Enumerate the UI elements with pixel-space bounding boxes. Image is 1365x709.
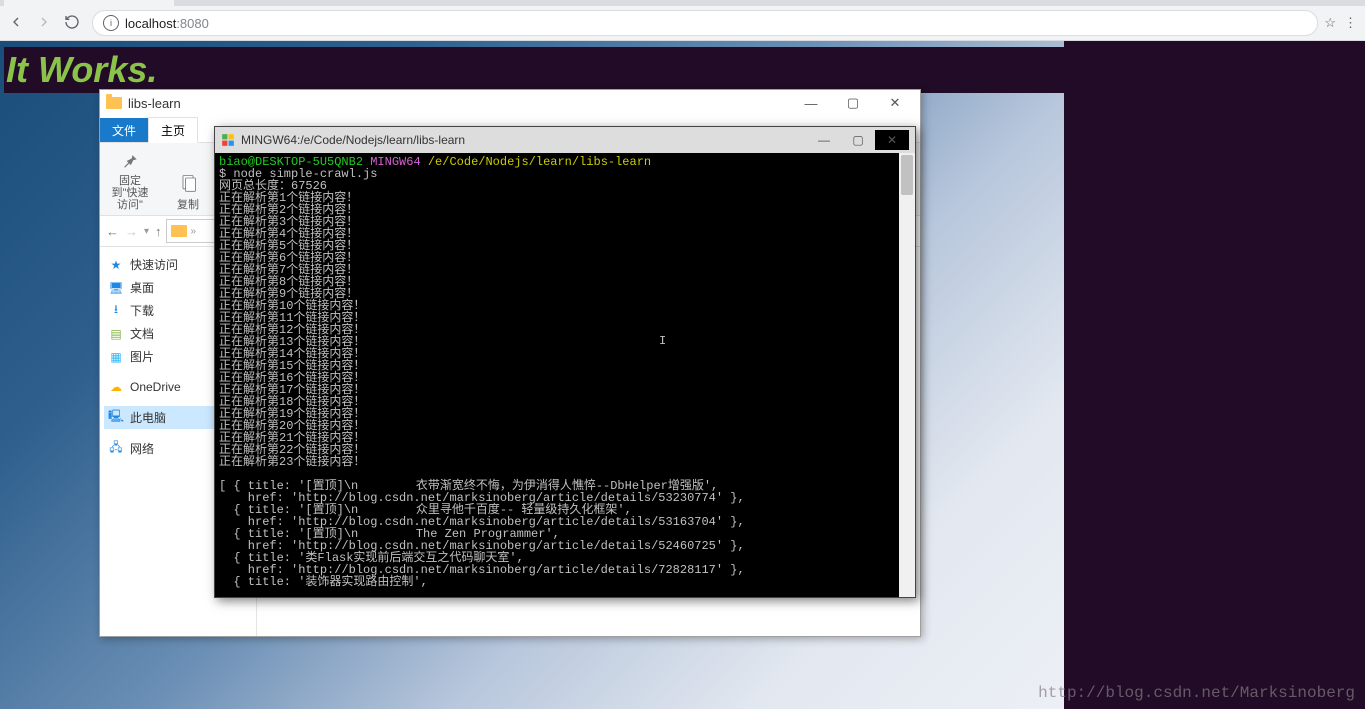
nav-recent-icon[interactable]: ▾ — [144, 226, 149, 237]
network-icon: 🖧 — [108, 441, 124, 457]
term-object-block: [ { title: '[置顶]\n 衣带渐宽终不悔，为伊消得人憔悴--DbHe… — [219, 479, 745, 589]
text-cursor-icon: I — [659, 335, 666, 347]
pic-icon: ▦ — [108, 349, 124, 365]
bookmark-icon[interactable]: ☆ — [1324, 15, 1336, 31]
explorer-title: libs-learn — [128, 96, 181, 111]
sidebar-item-label: 网络 — [130, 440, 154, 457]
page-dark-bg — [1064, 41, 1365, 709]
reload-icon[interactable] — [64, 14, 80, 33]
minimize-button[interactable]: — — [790, 92, 832, 114]
mingw-icon — [221, 133, 235, 147]
maximize-button[interactable]: ▢ — [841, 130, 875, 150]
sidebar-item-label: 桌面 — [130, 279, 154, 296]
ribbon-file[interactable]: 文件 — [100, 118, 148, 142]
sidebar-item-label: 图片 — [130, 348, 154, 365]
terminal-output[interactable]: biao@DESKTOP-5U5QNB2 MINGW64 /e/Code/Nod… — [215, 153, 915, 597]
star-icon: ★ — [108, 257, 124, 273]
nav-up-icon[interactable]: ↑ — [155, 224, 162, 239]
folder-icon — [106, 97, 122, 109]
page-body: It Works. http://blog.csdn.net/Marksinob… — [0, 41, 1365, 709]
download-icon: ⭳ — [108, 303, 124, 319]
pin-icon — [120, 151, 140, 171]
copy-button[interactable]: 复制 — [166, 147, 210, 211]
doc-icon: ▤ — [108, 326, 124, 342]
pc-icon: 🖳 — [108, 410, 124, 426]
url-port: :8080 — [176, 16, 209, 31]
pin-button[interactable]: 固定到"快速访问" — [108, 147, 152, 211]
terminal-title: MINGW64:/e/Code/Nodejs/learn/libs-learn — [241, 133, 465, 147]
close-button[interactable]: ✕ — [875, 130, 909, 150]
back-icon[interactable] — [8, 14, 24, 33]
sidebar-item-label: 文档 — [130, 325, 154, 342]
browser-toolbar: i localhost:8080 ☆ ⋮ — [0, 6, 1365, 41]
address-bar[interactable]: i localhost:8080 — [92, 10, 1318, 36]
term-parse-block: 正在解析第1个链接内容！ 正在解析第2个链接内容！ 正在解析第3个链接内容！ 正… — [219, 191, 365, 469]
cloud-icon: ☁ — [108, 379, 124, 395]
browser-tab[interactable] — [4, 0, 174, 6]
terminal-window[interactable]: MINGW64:/e/Code/Nodejs/learn/libs-learn … — [214, 126, 916, 598]
breadcrumb-sep: » — [191, 226, 197, 237]
page-headline: It Works. — [4, 47, 1365, 93]
scrollbar-thumb[interactable] — [901, 155, 913, 195]
nav-forward-icon[interactable]: → — [125, 224, 138, 239]
maximize-button[interactable]: ▢ — [832, 92, 874, 114]
terminal-scrollbar[interactable] — [899, 153, 915, 597]
explorer-titlebar[interactable]: libs-learn — ▢ ✕ — [100, 90, 920, 116]
ribbon-home[interactable]: 主页 — [148, 117, 198, 143]
term-env: MINGW64 — [370, 155, 420, 169]
sidebar-item-label: 快速访问 — [130, 256, 178, 273]
site-info-icon[interactable]: i — [103, 15, 119, 31]
page-watermark: http://blog.csdn.net/Marksinoberg — [1038, 684, 1355, 702]
menu-icon[interactable]: ⋮ — [1344, 15, 1357, 31]
desktop-icon: 🖥 — [108, 280, 124, 296]
copy-icon — [178, 171, 198, 195]
terminal-titlebar[interactable]: MINGW64:/e/Code/Nodejs/learn/libs-learn … — [215, 127, 915, 153]
copy-label: 复制 — [177, 199, 199, 211]
close-button[interactable]: ✕ — [874, 92, 916, 114]
forward-icon[interactable] — [36, 14, 52, 33]
url-host: localhost — [125, 16, 176, 31]
pin-label: 固定到"快速访问" — [108, 175, 152, 211]
sidebar-item-label: OneDrive — [130, 380, 181, 394]
sidebar-item-label: 此电脑 — [130, 409, 166, 426]
folder-icon — [171, 225, 187, 237]
nav-back-icon[interactable]: ← — [106, 224, 119, 239]
term-path: /e/Code/Nodejs/learn/libs-learn — [428, 155, 651, 169]
minimize-button[interactable]: — — [807, 130, 841, 150]
sidebar-item-label: 下载 — [130, 302, 154, 319]
